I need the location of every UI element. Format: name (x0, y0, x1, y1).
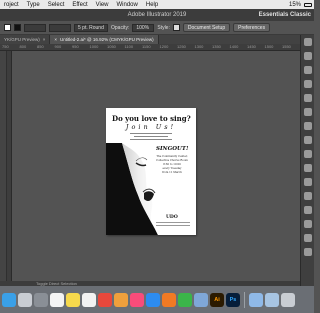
artboard[interactable]: Do you love to sing? Join Us! SINGOUT! T… (106, 108, 196, 235)
documents-folder-icon[interactable] (265, 292, 279, 307)
stroke-swatch[interactable] (14, 24, 21, 31)
poster-headline: Do you love to sing? (112, 114, 191, 123)
poster-logo: UDO (166, 215, 178, 220)
control-bar: 5 pt. Round Opacity: 100% Style: Documen… (0, 21, 314, 35)
ruler-tick-label: 1450 (247, 44, 256, 49)
poster-footer-text (156, 222, 190, 227)
fill-swatch[interactable] (4, 24, 11, 31)
brush-definition-select[interactable]: 5 pt. Round (74, 23, 108, 32)
document-tabs: YK/GPU Preview) × × Untitled-2.ai* @ 16.… (0, 35, 300, 44)
ruler-tick-label: 850 (37, 44, 44, 49)
ruler-tick-label: 1100 (124, 44, 134, 49)
swatches-icon[interactable] (303, 52, 312, 60)
menu-status-area: 15% (289, 2, 314, 8)
ruler-tick-label: 1350 (212, 44, 221, 49)
panel-dock (300, 35, 314, 286)
singout-heading: SINGOUT! (156, 146, 189, 152)
music-icon[interactable] (130, 292, 144, 307)
horizontal-ruler[interactable]: 750 800 850 900 950 1000 1050 1100 1150 1200 1250 1… (0, 44, 300, 51)
ruler-tick-label: 1400 (229, 44, 239, 49)
menu-help[interactable]: Help (142, 2, 162, 8)
opacity-field[interactable]: 100% (132, 23, 155, 32)
tab-label: Untitled-2.ai* @ 16.92% (CMYK/GPU Previe… (60, 37, 154, 42)
pathfinder-icon[interactable] (303, 206, 312, 214)
ruler-tick-label: 1300 (194, 44, 204, 49)
poster-body-text (130, 133, 172, 142)
preferences-button[interactable]: Preferences (233, 23, 271, 32)
downloads-folder-icon[interactable] (249, 292, 263, 307)
variable-width-select[interactable] (49, 23, 71, 32)
close-icon[interactable]: × (54, 37, 57, 42)
opacity-label: Opacity: (111, 24, 130, 31)
color-panel-icon[interactable] (303, 38, 312, 46)
stroke-icon[interactable] (303, 150, 312, 158)
ruler-tick-label: 1500 (264, 44, 274, 49)
ruler-tick-label: 750 (2, 44, 9, 49)
event-details: The Community Center, Collective Chorus … (152, 155, 192, 175)
ruler-tick-label: 1550 (282, 44, 291, 49)
artboards-icon[interactable] (303, 136, 312, 144)
illustrator-icon[interactable]: Ai (210, 292, 224, 307)
ruler-tick-label: 1050 (107, 44, 116, 49)
menu-bar: roject Type Select Effect View Window He… (0, 0, 314, 9)
transparency-icon[interactable] (303, 178, 312, 186)
poster-subhead: Join Us! (125, 123, 177, 131)
calendar-icon[interactable] (50, 292, 64, 307)
menu-project[interactable]: roject (0, 2, 23, 8)
style-label: Style: (157, 24, 170, 31)
finder-icon[interactable] (2, 292, 16, 307)
symbols-icon[interactable] (303, 80, 312, 88)
canvas[interactable]: Do you love to sing? Join Us! SINGOUT! T… (12, 51, 300, 281)
launchpad-icon[interactable] (18, 292, 32, 307)
battery-icon[interactable] (304, 2, 312, 7)
align-icon[interactable] (303, 192, 312, 200)
menu-window[interactable]: Window (113, 2, 142, 8)
gradient-icon[interactable] (303, 164, 312, 172)
graphic-styles-icon[interactable] (303, 94, 312, 102)
ruler-tick-label: 1000 (89, 44, 99, 49)
app-store-icon[interactable] (146, 292, 160, 307)
event-line: from 11 March (162, 171, 182, 174)
trash-icon[interactable] (281, 292, 295, 307)
tab-untitled-2[interactable]: × Untitled-2.ai* @ 16.92% (CMYK/GPU Prev… (50, 35, 159, 44)
transform-icon[interactable] (303, 220, 312, 228)
menu-select[interactable]: Select (44, 2, 69, 8)
links-icon[interactable] (303, 234, 312, 242)
tools-panel[interactable] (0, 51, 7, 281)
preview-icon[interactable] (194, 292, 208, 307)
firefox-icon[interactable] (162, 292, 176, 307)
app-title-bar: Adobe Illustrator 2019 Essentials Classi… (0, 9, 314, 21)
ruler-tick-label: 900 (54, 44, 62, 49)
image-capture-icon[interactable] (178, 292, 192, 307)
menu-type[interactable]: Type (23, 2, 44, 8)
chrome-icon[interactable] (98, 292, 112, 307)
notes-icon[interactable] (66, 292, 80, 307)
graphic-style-swatch[interactable] (172, 24, 180, 31)
tab-previous-document[interactable]: YK/GPU Preview) × (0, 35, 51, 44)
photoshop-icon[interactable]: Ps (226, 292, 240, 307)
stroke-weight-field[interactable] (24, 23, 46, 32)
ruler-tick-label: 1150 (142, 44, 151, 49)
battery-percent: 15% (288, 1, 301, 8)
brushes-icon[interactable] (303, 66, 312, 74)
ruler-tick-label: 1250 (177, 44, 186, 49)
dock-separator (244, 291, 245, 308)
system-preferences-icon[interactable] (34, 292, 48, 307)
reminders-icon[interactable] (82, 292, 96, 307)
menu-view[interactable]: View (92, 2, 113, 8)
properties-icon[interactable] (303, 248, 312, 256)
menu-effect[interactable]: Effect (68, 2, 91, 8)
layers-icon[interactable] (303, 122, 312, 130)
ruler-tick-label: 1200 (159, 44, 169, 49)
ruler-tick-label: 950 (72, 44, 79, 49)
appearance-icon[interactable] (303, 108, 312, 116)
ruler-tick-label: 800 (19, 44, 27, 49)
photos-icon[interactable] (114, 292, 128, 307)
macos-dock: Ai Ps (0, 286, 314, 313)
close-icon[interactable]: × (43, 37, 46, 42)
document-setup-button[interactable]: Document Setup (182, 23, 231, 32)
workspace-switcher[interactable]: Essentials Classic (259, 12, 314, 18)
tab-label: YK/GPU Preview) (4, 37, 40, 42)
